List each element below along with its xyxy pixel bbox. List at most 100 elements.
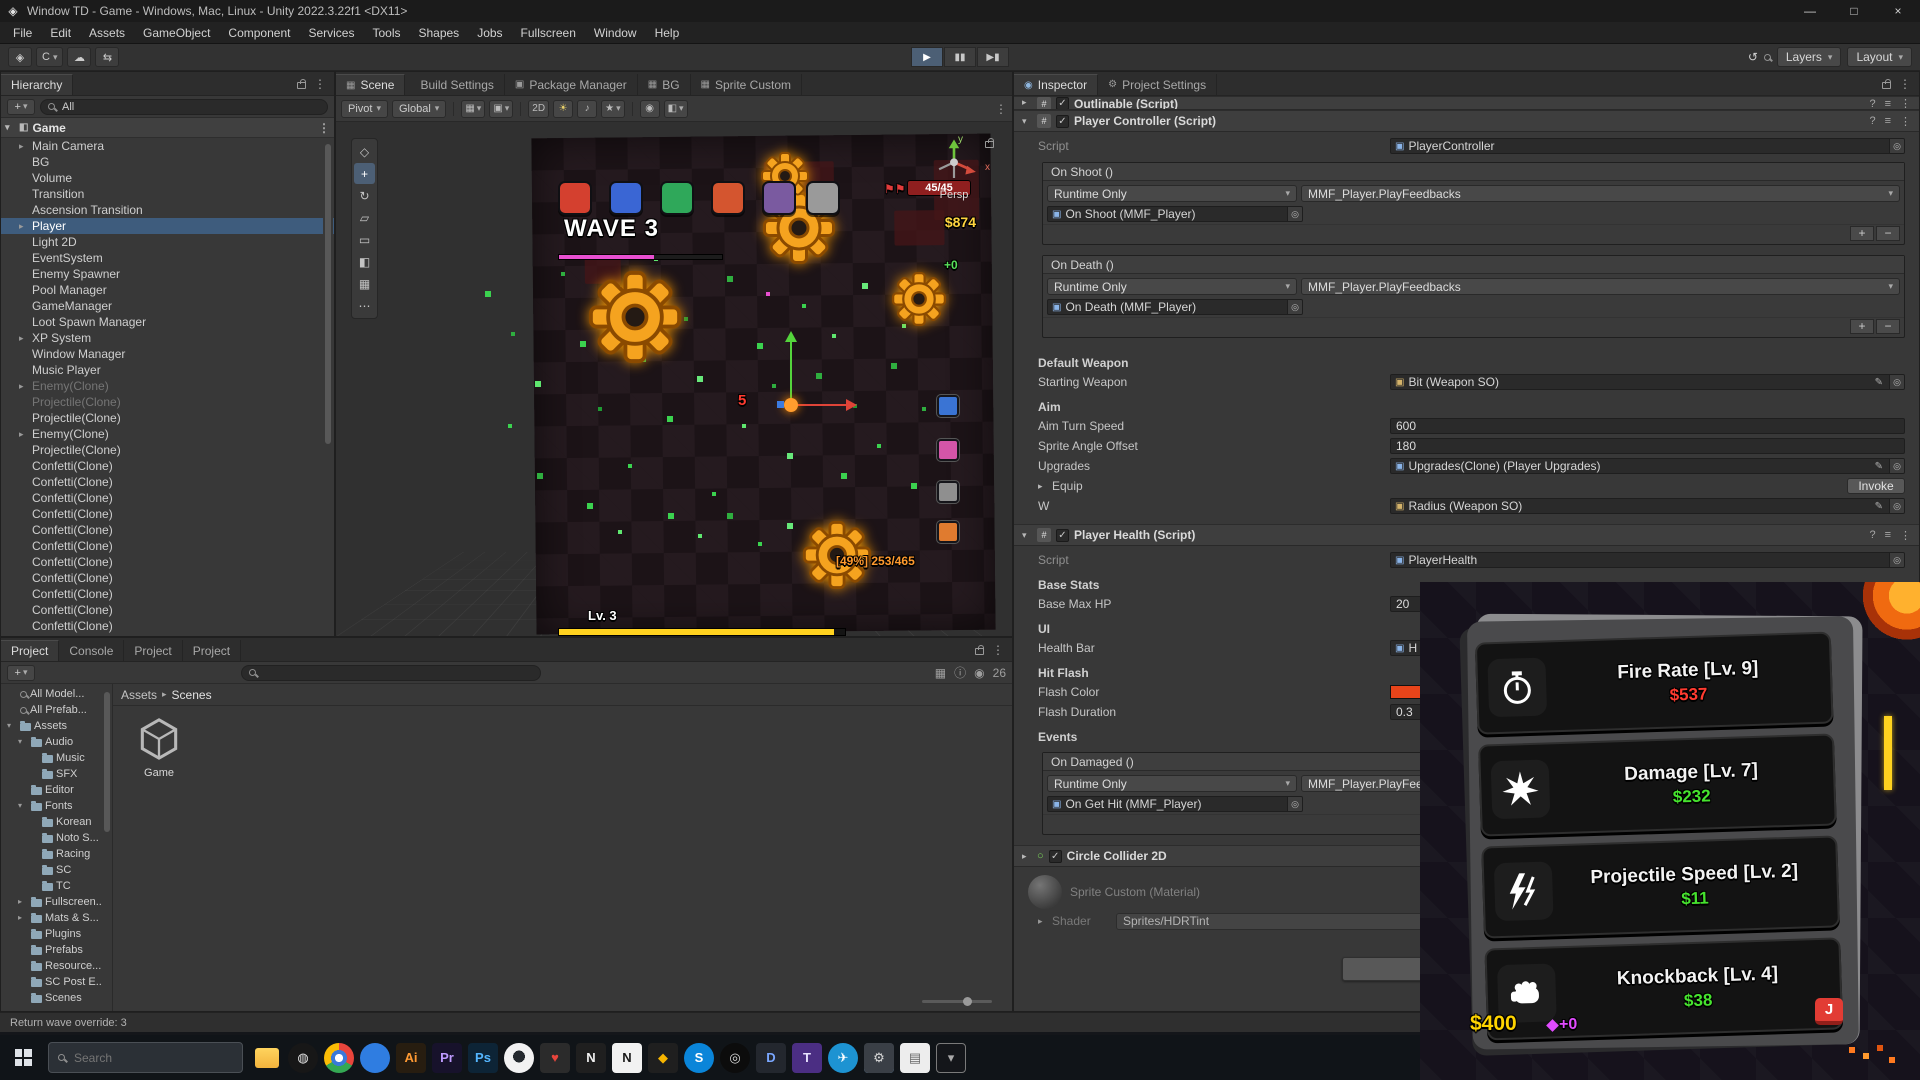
edit-icon[interactable]: ✎	[1873, 501, 1885, 512]
scene-header-row[interactable]: ▾ ◧ Game ⋮	[1, 118, 334, 138]
favorite-search-item[interactable]: All Prefab...	[1, 702, 112, 718]
info-icon[interactable]: ⓘ	[954, 664, 966, 681]
object-picker-icon[interactable]: ◎	[1889, 375, 1904, 389]
hierarchy-item[interactable]: Confetti(Clone)	[1, 490, 334, 506]
taskbar-app-icon[interactable]: S	[684, 1043, 714, 1073]
upgrade-card-knockback[interactable]: Knockback [Lv. 4] $38	[1484, 937, 1843, 1040]
grid-visibility-dropdown[interactable]: ▦▾	[461, 100, 485, 118]
scene-view-tab[interactable]: Build Settings	[405, 74, 504, 95]
project-panel-tab[interactable]: Project	[183, 640, 241, 661]
hierarchy-search[interactable]	[40, 99, 328, 115]
taskbar-search[interactable]	[48, 1042, 243, 1073]
tab-hierarchy[interactable]: Hierarchy	[1, 74, 73, 95]
hierarchy-item[interactable]: Pool Manager	[1, 282, 334, 298]
gizmo-center-handle[interactable]	[777, 401, 784, 408]
taskbar-app-icon[interactable]: ▤	[900, 1043, 930, 1073]
global-dropdown[interactable]: Global▾	[392, 100, 446, 118]
script-field[interactable]: ▣ PlayerController ◎	[1390, 138, 1905, 154]
foldout-icon[interactable]: ▾	[7, 718, 17, 734]
event-add-button[interactable]: +	[1850, 319, 1874, 334]
version-control-button[interactable]: C▾	[36, 47, 63, 67]
edit-icon[interactable]: ✎	[1873, 461, 1885, 472]
help-icon[interactable]: ?	[1869, 529, 1875, 541]
hierarchy-scrollbar[interactable]	[323, 140, 333, 636]
hierarchy-item[interactable]: Confetti(Clone)	[1, 538, 334, 554]
kebab-menu-icon[interactable]: ⋮	[1900, 97, 1911, 110]
hierarchy-item[interactable]: ▸ Enemy(Clone)	[1, 426, 334, 442]
taskbar-app-icon[interactable]: ✈	[828, 1043, 858, 1073]
menu-item[interactable]: Edit	[41, 22, 80, 44]
plastic-scm-button[interactable]: ◈	[8, 47, 32, 67]
folder-item[interactable]: Resource...	[1, 958, 112, 974]
gizmo-x-axis[interactable]	[791, 404, 853, 406]
folder-item[interactable]: ▸ Fullscreen...	[1, 894, 112, 910]
menu-item[interactable]: Fullscreen	[512, 22, 585, 44]
menu-item[interactable]: GameObject	[134, 22, 219, 44]
preset-icon[interactable]: ≡	[1885, 529, 1891, 541]
menu-item[interactable]: Services	[299, 22, 363, 44]
hierarchy-item[interactable]: Projectile(Clone)	[1, 410, 334, 426]
scene-tool-button[interactable]: ↻	[354, 185, 375, 206]
project-panel-tab[interactable]: Project	[1, 640, 59, 661]
scene-view-tab[interactable]: ▦ BG	[638, 74, 691, 95]
aim-turn-speed-field[interactable]: 600	[1390, 418, 1905, 434]
folder-item[interactable]: SFX	[1, 766, 112, 782]
object-picker-icon[interactable]: ◎	[1889, 459, 1904, 473]
taskbar-app-icon[interactable]	[324, 1043, 354, 1073]
hierarchy-item[interactable]: ▸ XP System	[1, 330, 334, 346]
help-icon[interactable]: ?	[1869, 98, 1875, 110]
create-asset-button[interactable]: +▾	[7, 665, 35, 681]
2d-toggle[interactable]: 2D	[528, 100, 549, 118]
foldout-icon[interactable]: ▸	[1022, 851, 1032, 862]
breadcrumb-current[interactable]: Scenes	[172, 688, 212, 702]
scene-tool-button[interactable]: ▦	[354, 273, 375, 294]
favorite-search-item[interactable]: All Model...	[1, 686, 112, 702]
event-method-dropdown[interactable]: MMF_Player.PlayFeedbacks▾	[1301, 185, 1900, 202]
event-remove-button[interactable]: −	[1876, 226, 1900, 241]
orientation-gizmo[interactable]: y x Persp	[922, 136, 986, 201]
create-object-button[interactable]: +▾	[7, 99, 35, 115]
gizmo-y-axis[interactable]	[790, 335, 792, 405]
event-mode-dropdown[interactable]: Runtime Only▾	[1047, 278, 1297, 295]
camera-dropdown[interactable]: ◧▾	[664, 100, 688, 118]
scene-tool-button[interactable]: ▱	[354, 207, 375, 228]
folder-item[interactable]: ▾ Audio	[1, 734, 112, 750]
foldout-icon[interactable]: ▾	[1022, 530, 1032, 541]
enabled-checkbox[interactable]: ✓	[1056, 115, 1069, 128]
taskbar-app-icon[interactable]: ▾	[936, 1043, 966, 1073]
edit-icon[interactable]: ✎	[1873, 377, 1885, 388]
taskbar-app-icon[interactable]	[360, 1043, 390, 1073]
foldout-icon[interactable]: ▸	[19, 378, 32, 394]
project-panel-tab[interactable]: Console	[59, 640, 124, 661]
menu-item[interactable]: Shapes	[409, 22, 468, 44]
collab-button[interactable]: ⇆	[95, 47, 119, 67]
folder-item[interactable]: SC	[1, 862, 112, 878]
foldout-icon[interactable]: ▾	[5, 122, 15, 133]
menu-item[interactable]: Jobs	[468, 22, 511, 44]
foldout-icon[interactable]: ▸	[1038, 481, 1048, 492]
scene-tool-button[interactable]: +	[354, 163, 375, 184]
hierarchy-item[interactable]: Light 2D	[1, 234, 334, 250]
hierarchy-item[interactable]: ▸ Enemy(Clone)	[1, 378, 334, 394]
taskbar-app-icon[interactable]: N	[576, 1043, 606, 1073]
hierarchy-item[interactable]: Volume	[1, 170, 334, 186]
hierarchy-item[interactable]: Ascension Transition	[1, 202, 334, 218]
enabled-checkbox[interactable]: ✓	[1049, 850, 1062, 863]
layers-dropdown[interactable]: Layers▾	[1777, 47, 1842, 67]
folder-item[interactable]: TC	[1, 878, 112, 894]
folder-item[interactable]: SC Post E...	[1, 974, 112, 990]
taskbar-app-icon[interactable]	[252, 1043, 282, 1073]
eye-icon[interactable]: ◉	[974, 666, 984, 680]
kebab-menu-icon[interactable]: ⋮	[992, 643, 1004, 657]
taskbar-app-icon[interactable]: ⚙	[864, 1043, 894, 1073]
step-button[interactable]: ▶▮	[977, 47, 1009, 67]
snap-dropdown[interactable]: ▣▾	[489, 100, 513, 118]
hierarchy-item[interactable]: Confetti(Clone)	[1, 586, 334, 602]
thumbnail-zoom-slider[interactable]	[922, 1000, 992, 1003]
project-search-input[interactable]	[261, 666, 533, 680]
hierarchy-item[interactable]: Confetti(Clone)	[1, 458, 334, 474]
w-weapon-field[interactable]: ▣ Radius (Weapon SO) ✎ ◎	[1390, 498, 1905, 514]
minimize-button[interactable]: —	[1788, 0, 1832, 22]
scene-canvas[interactable]: WAVE 3 ⚑⚑ 45/45 $874 +0 5 [49%] 253/465 …	[336, 122, 1012, 636]
folder-item[interactable]: ▸ Mats & S...	[1, 910, 112, 926]
